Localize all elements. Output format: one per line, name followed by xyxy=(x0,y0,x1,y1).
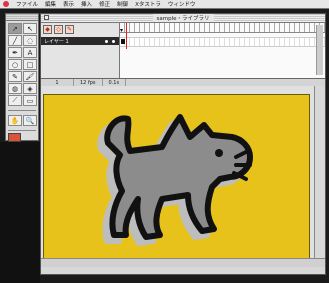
visibility-icon[interactable] xyxy=(105,39,108,43)
timeline-panel: ◆ ◇ ✎ レイヤー 1 ▾ xyxy=(41,23,325,79)
eraser-icon[interactable]: ▭ xyxy=(23,95,37,106)
line-icon[interactable]: ╱ xyxy=(8,35,22,46)
layer-row[interactable]: レイヤー 1 xyxy=(41,37,119,45)
current-frame: 1 xyxy=(41,79,74,86)
tool-palette-titlebar[interactable] xyxy=(6,14,38,21)
paint-bucket-icon[interactable]: ◈ xyxy=(23,83,37,94)
menu-insert[interactable]: 挿入 xyxy=(81,0,92,8)
toolbox-divider xyxy=(8,110,36,111)
document-titlebar[interactable]: sample・ライブラリ xyxy=(41,14,325,23)
scene-toolbar: ◆ ◇ ✎ xyxy=(41,23,119,36)
menu-xtras[interactable]: Xタストラ xyxy=(135,0,161,8)
menu-file[interactable]: ファイル xyxy=(16,0,38,8)
stage-workspace xyxy=(41,86,325,267)
tool-grid: ➚ ↖ ╱ ◌ ✒ A ○ □ ✎ 🖌 ◍ ◈ ⟋ ▭ xyxy=(6,21,38,108)
edit-scene-icon[interactable]: ✎ xyxy=(65,25,74,34)
apple-menu-icon[interactable] xyxy=(3,1,9,7)
toolbox-divider xyxy=(8,130,36,131)
elapsed-time: 0.1s xyxy=(103,79,127,86)
rect-icon[interactable]: □ xyxy=(23,59,37,70)
ink-bottle-icon[interactable]: ◍ xyxy=(8,83,22,94)
symbol-icon[interactable]: ◇ xyxy=(54,25,63,34)
stroke-color-swatch[interactable] xyxy=(8,133,21,142)
horizontal-scrollbar[interactable] xyxy=(41,258,325,267)
tool-palette: ➚ ↖ ╱ ◌ ✒ A ○ □ ✎ 🖌 ◍ ◈ ⟋ ▭ ✋ 🔍 ∩ ~ ⌐ ↻ xyxy=(5,13,39,178)
keyframe[interactable] xyxy=(121,39,125,44)
frame-row[interactable] xyxy=(120,37,325,47)
vertical-scrollbar[interactable] xyxy=(314,86,325,267)
frame-area[interactable]: ▾ xyxy=(120,23,325,78)
lasso-icon[interactable]: ◌ xyxy=(23,35,37,46)
menu-modify[interactable]: 修正 xyxy=(99,0,110,8)
menu-control[interactable]: 制御 xyxy=(117,0,128,8)
playhead[interactable] xyxy=(126,23,127,49)
menu-bar: ファイル 編集 表示 挿入 修正 制御 Xタストラ ウィンドウ xyxy=(0,0,329,9)
dropper-icon[interactable]: ⟋ xyxy=(8,95,22,106)
text-icon[interactable]: A xyxy=(23,47,37,58)
layer-panel: ◆ ◇ ✎ レイヤー 1 xyxy=(41,23,120,78)
pen-icon[interactable]: ✒ xyxy=(8,47,22,58)
hand-icon[interactable]: ✋ xyxy=(8,115,22,126)
document-title: sample・ライブラリ xyxy=(152,14,214,22)
scene-icon[interactable]: ◆ xyxy=(43,25,52,34)
frame-rate: 12 fps xyxy=(74,79,103,86)
menu-view[interactable]: 表示 xyxy=(63,0,74,8)
close-icon[interactable] xyxy=(44,15,49,20)
desktop-background xyxy=(0,142,40,283)
pencil-icon[interactable]: ✎ xyxy=(8,71,22,82)
layer-name: レイヤー 1 xyxy=(44,38,69,45)
menu-edit[interactable]: 編集 xyxy=(45,0,56,8)
stage[interactable] xyxy=(43,94,310,264)
lock-icon[interactable] xyxy=(112,39,115,43)
dog-illustration[interactable] xyxy=(44,95,310,264)
document-window: sample・ライブラリ ◆ ◇ ✎ レイヤー 1 ▾ 1 12 fps 0.1… xyxy=(40,13,326,275)
subselect-icon[interactable]: ↖ xyxy=(23,23,37,34)
frame-ruler[interactable] xyxy=(120,23,325,33)
arrow-icon[interactable]: ➚ xyxy=(8,23,22,34)
oval-icon[interactable]: ○ xyxy=(8,59,22,70)
menu-window[interactable]: ウィンドウ xyxy=(168,0,196,8)
dog-eye xyxy=(215,149,223,157)
view-tools: ✋ 🔍 xyxy=(6,113,38,128)
zoom-icon[interactable]: 🔍 xyxy=(23,115,37,126)
timeline-scrollbar[interactable] xyxy=(316,25,323,75)
brush-icon[interactable]: 🖌 xyxy=(23,71,37,82)
